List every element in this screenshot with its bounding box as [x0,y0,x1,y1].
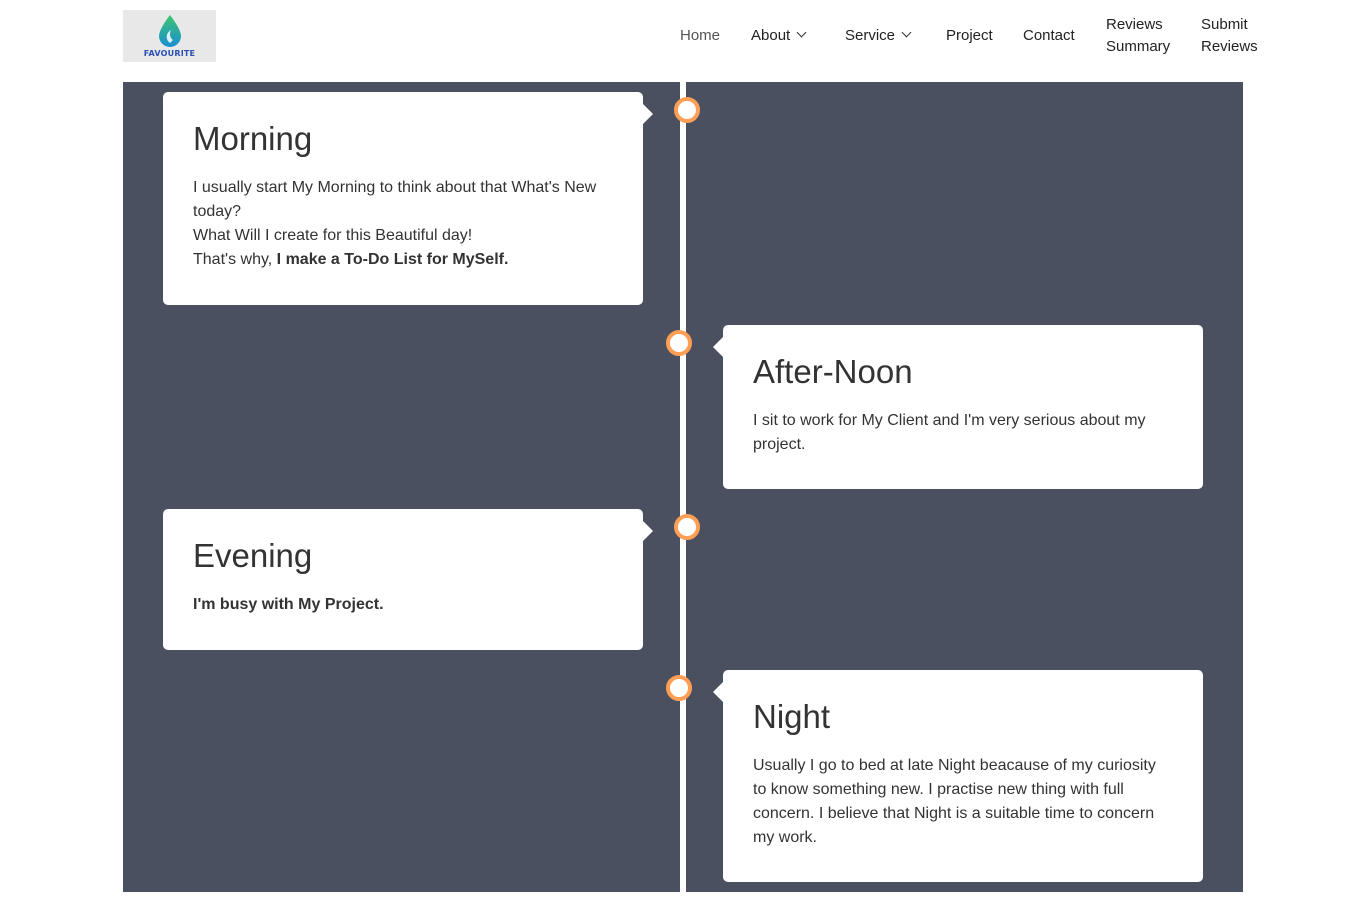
card-title: Morning [193,120,313,157]
card-text: I sit to work for My Client and I'm very… [753,412,1146,453]
timeline-spine [680,82,686,892]
card-title: After-Noon [753,353,913,390]
nav-service[interactable]: Service [845,25,912,47]
nav-home[interactable]: Home [680,25,720,47]
nav-about[interactable]: About [751,25,807,47]
card-line: That's why, [193,251,277,268]
card-bold-text: I make a To-Do List for MySelf. [276,251,509,268]
chevron-down-icon [796,27,807,38]
card-bold-text: I'm busy with My Project. [193,596,384,613]
nav-service-label: Service [845,27,896,44]
timeline-card-night: Night Usually I go to bed at late Night … [713,670,1203,882]
card-text: Usually I go to bed at late Night beacau… [753,757,1156,846]
nav-reviews-summary-line2: Summary [1106,38,1171,55]
card-title: Night [753,698,831,735]
timeline-dot [674,97,700,123]
timeline-card-morning: Morning I usually start My Morning to th… [163,92,653,305]
site-header: FAVOURITE Home About Service Project Con… [0,0,1366,82]
nav-submit-reviews[interactable]: Submit Reviews [1201,14,1258,58]
daily-timeline: Morning I usually start My Morning to th… [123,82,1243,892]
card-title: Evening [193,537,313,574]
card-text: I'm busy with My Project. [193,593,613,617]
card-line: What Will I create for this Beautiful da… [193,227,473,244]
nav-contact[interactable]: Contact [1023,25,1075,47]
nav-about-label: About [751,27,791,44]
nav-reviews-summary[interactable]: Reviews Summary [1106,14,1170,58]
chevron-down-icon [901,27,912,38]
main-nav: Home About Service Project Contact Revie… [0,0,1366,82]
timeline-dot [674,514,700,540]
timeline-dot [666,330,692,356]
timeline-dot [666,675,692,701]
card-line: I usually start My Morning to think abou… [193,179,597,220]
nav-project[interactable]: Project [946,25,993,47]
nav-submit-reviews-line2: Reviews [1201,38,1258,55]
card-text: I usually start My Morning to think abou… [193,176,613,272]
nav-submit-reviews-line1: Submit [1201,16,1248,33]
nav-reviews-summary-line1: Reviews [1106,16,1163,33]
timeline-card-afternoon: After-Noon I sit to work for My Client a… [713,325,1203,489]
timeline-card-evening: Evening I'm busy with My Project. [163,509,653,650]
